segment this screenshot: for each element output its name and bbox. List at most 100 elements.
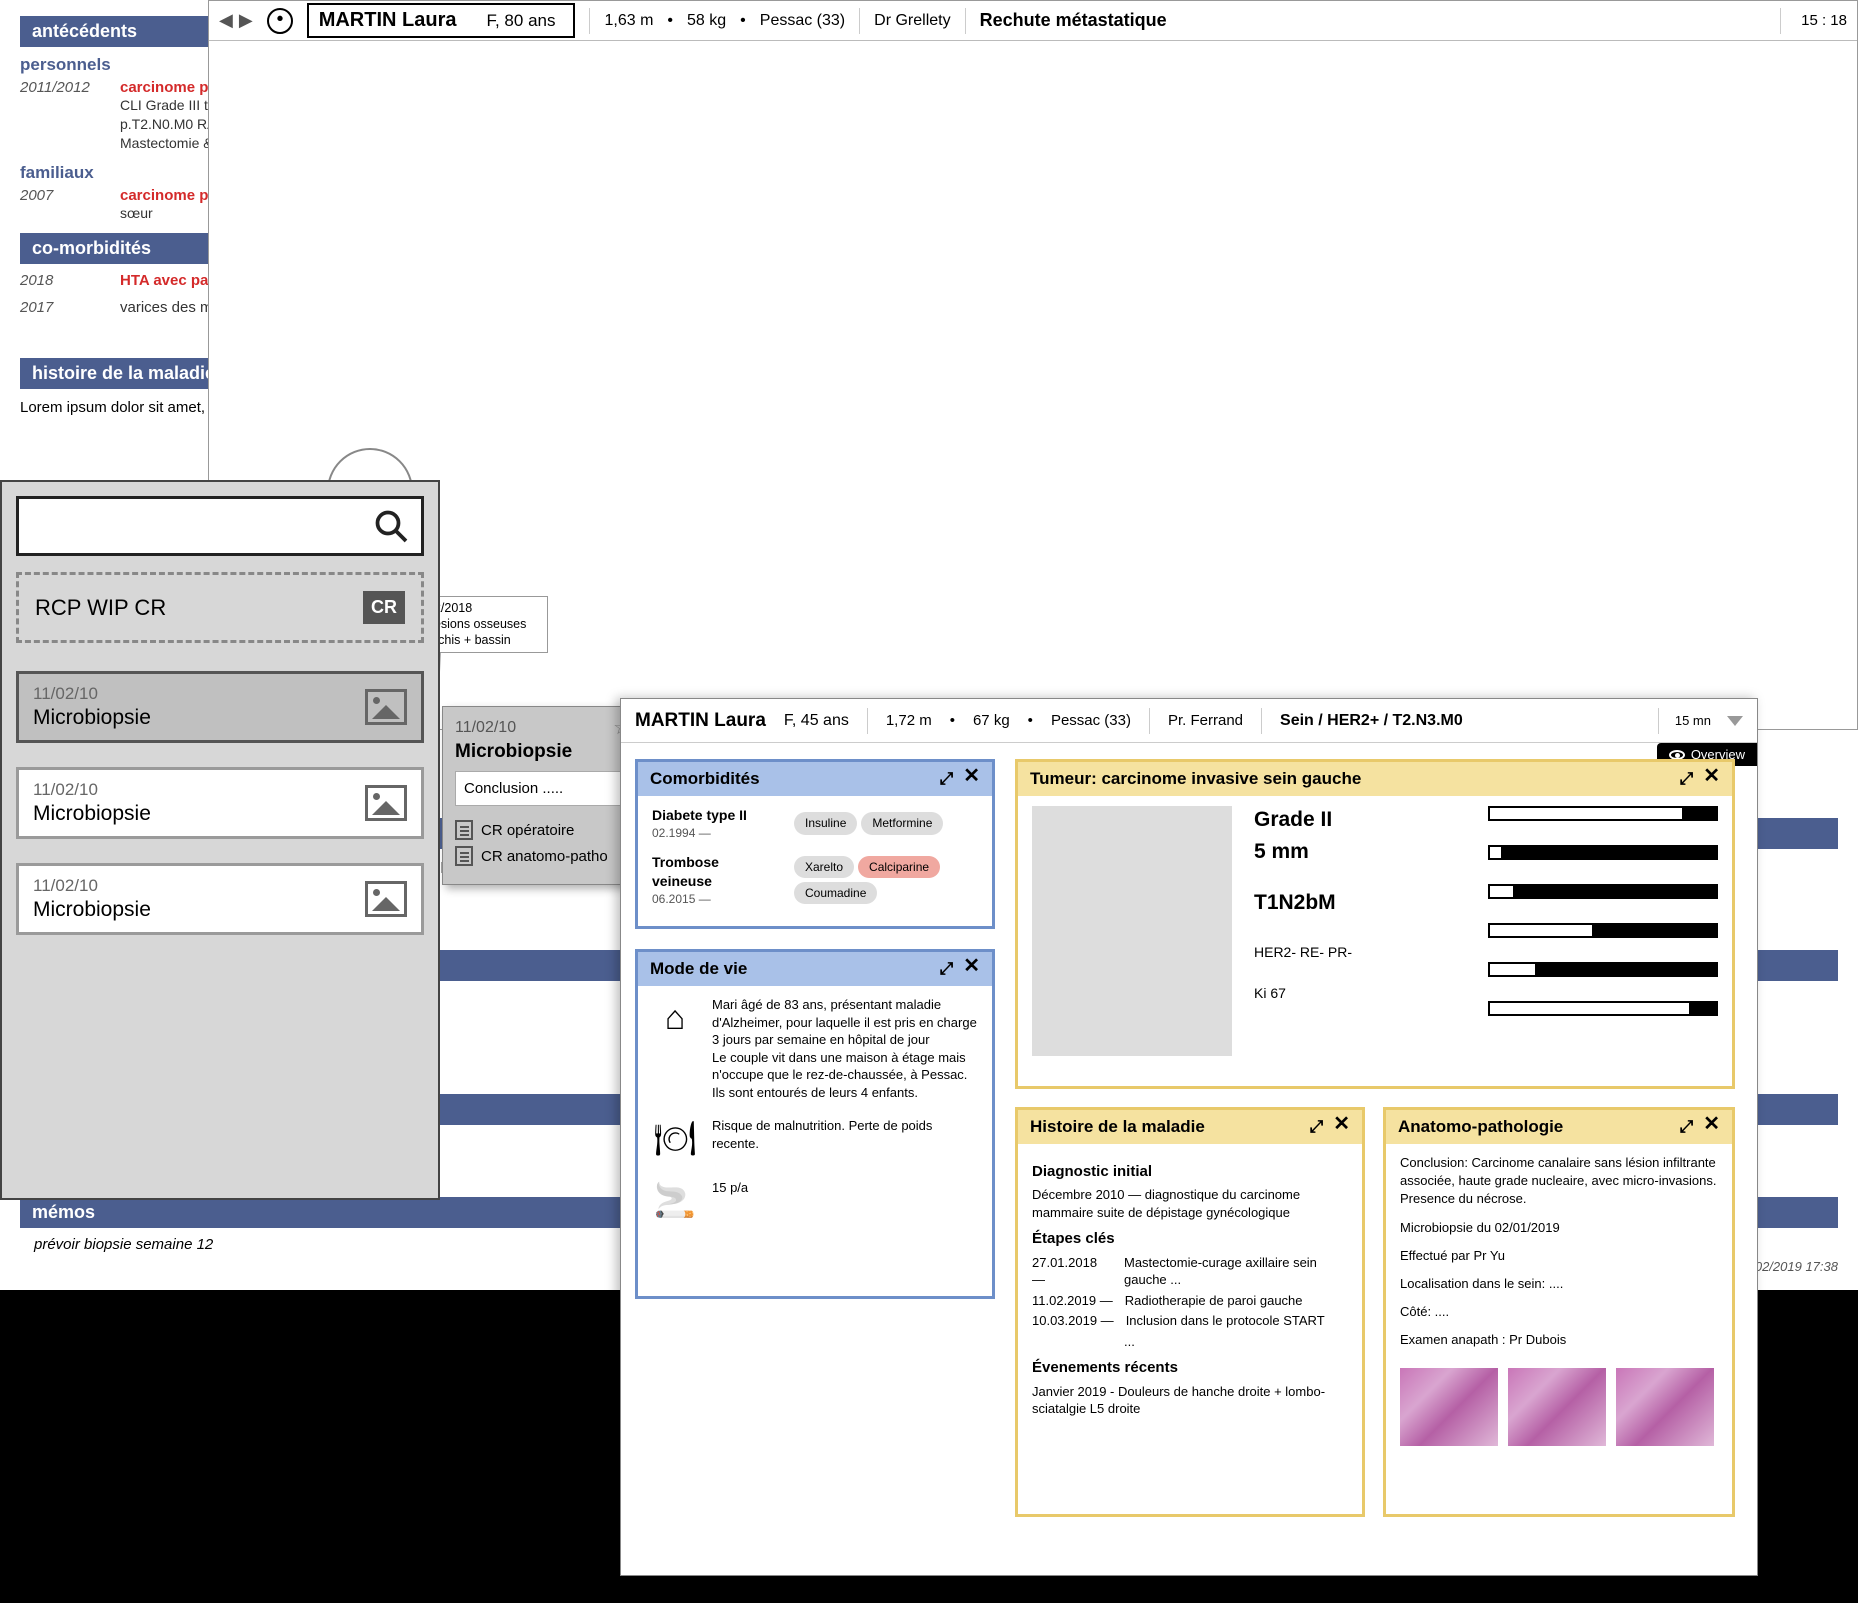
hist-s1-t: Décembre 2010 — diagnostique du carcinom… [1032,1186,1348,1221]
sidebar-reports: RCP WIP CR CR 11/02/10Microbiopsie 11/02/… [0,480,440,1200]
search-input[interactable] [16,496,424,556]
progress-bar [1488,1001,1718,1016]
patient-weight: 58 kg [687,12,726,30]
history-step: ... [1032,1333,1348,1351]
card-title: Histoire de la maladie [1030,1117,1205,1137]
patient2-city: Pessac (33) [1051,712,1131,729]
cr-badge: CR [363,591,405,624]
topbar: ◀ ▶ MARTIN Laura F, 80 ans 1,63 m • 58 k… [209,1,1857,41]
card-tumeur: Tumeur: carcinome invasive sein gauche ⤢… [1015,759,1735,1089]
patient-sex-age: F, 80 ans [486,11,555,31]
image-icon [365,881,407,917]
popup-date: 11/02/10 [455,719,629,737]
tumor-tnm: T1N2bM [1254,889,1466,917]
card-title: Mode de vie [650,959,747,979]
report-list-item[interactable]: 11/02/10Microbiopsie [16,863,424,935]
patient2-status: Sein / HER2+ / T2.N3.M0 [1280,712,1463,730]
expand-down-icon[interactable] [1727,716,1743,726]
patient2-sex-age: F, 45 ans [784,712,849,730]
topbar2: MARTIN Laura F, 45 ans 1,72 m • 67 kg • … [621,699,1757,743]
comor-r1-date: 02.1994 — [652,825,782,841]
close-icon[interactable]: ✕ [1703,769,1720,789]
nutrition-icon: 🍽 [652,1117,698,1163]
path-conclusion: Conclusion: Carcinome canalaire sans lés… [1400,1154,1718,1209]
expand-icon[interactable]: ⤢ [1680,1117,1694,1137]
comor-r2-date: 06.2015 — [652,891,782,907]
topbar2-time: 15 mn [1675,713,1711,728]
med-pill: Metformine [861,812,943,834]
path-l5: Examen anapath : Pr Dubois [1400,1331,1718,1349]
foreground-patient-window: MARTIN Laura F, 45 ans 1,72 m • 67 kg • … [620,698,1758,1576]
tumor-grade: Grade II [1254,806,1466,834]
patient-city: Pessac (33) [760,12,845,30]
como2-date: 2017 [20,299,102,316]
expand-icon[interactable]: ⤢ [1680,769,1694,789]
search-icon [373,508,409,544]
rcp-draft-box[interactable]: RCP WIP CR CR [16,572,424,643]
patient2-name: MARTIN Laura [635,710,766,732]
med-pill: Coumadine [794,882,877,904]
tumor-her: HER2- RE- PR- [1254,943,1466,962]
expand-icon[interactable]: ⤢ [940,769,954,789]
mode-family-text: Mari âgé de 83 ans, présentant maladie d… [712,996,978,1101]
tumor-bars [1488,806,1718,1056]
card-histoire: Histoire de la maladie ⤢ ✕ Diagnostic ini… [1015,1107,1365,1517]
path-l1: Microbiopsie du 02/01/2019 [1400,1219,1718,1237]
image-icon [365,785,407,821]
med-pill: Insuline [794,812,857,834]
expand-icon[interactable]: ⤢ [1310,1117,1324,1137]
path-l3: Localisation dans le sein: .... [1400,1275,1718,1293]
card-title: Anatomo-pathologie [1398,1117,1563,1137]
report-popup: ☆ 11/02/10 Microbiopsie Conclusion .....… [442,706,642,885]
popup-r2-label: CR anatomo-patho [481,848,608,865]
expand-icon[interactable]: ⤢ [940,959,954,979]
patient-name: MARTIN Laura [319,9,457,32]
nav-arrows: ◀ ▶ [219,10,253,31]
patient2-height: 1,72 m [886,712,932,729]
histology-thumbnail[interactable] [1616,1368,1714,1446]
close-icon[interactable]: ✕ [1333,1117,1350,1137]
popup-conclusion: Conclusion ..... [455,771,629,806]
tumor-ki67: Ki 67 [1254,984,1466,1003]
comor-r2-title: Trombose veineuse [652,853,782,891]
popup-link-1[interactable]: CR opératoire [455,820,629,840]
card-mode-de-vie: Mode de vie ⤢ ✕ ⌂Mari âgé de 83 ans, prés… [635,949,995,1299]
hist-s3-h: Évenements récents [1032,1358,1348,1378]
comor-r1-title: Diabete type II [652,806,782,825]
close-icon[interactable]: ✕ [963,959,980,979]
card-comorbidites: Comorbidités ⤢✕ Diabete type II 02.1994 … [635,759,995,929]
close-icon[interactable]: ✕ [963,769,980,789]
med-pill: Calciparine [858,856,940,878]
nav-forward-icon[interactable]: ▶ [239,10,253,31]
close-icon[interactable]: ✕ [1703,1117,1720,1137]
patient-status: Rechute métastatique [980,10,1167,31]
patient-doctor: Dr Grellety [874,12,950,30]
avatar-icon[interactable] [267,8,293,34]
nav-back-icon[interactable]: ◀ [219,10,233,31]
card-title: Tumeur: carcinome invasive sein gauche [1030,769,1361,789]
mode-smoking-text: 15 p/a [712,1179,748,1225]
annot2-text: Lésions osseuses rachis + bassin [427,617,526,647]
progress-bar [1488,845,1718,860]
ante-fam-date: 2007 [20,187,102,223]
tumor-size: 5 mm [1254,838,1466,866]
home-family-icon: ⌂ [652,996,698,1101]
topbar-time: 15 : 18 [1801,12,1847,29]
popup-title: Microbiopsie [455,741,629,763]
patient2-weight: 67 kg [973,712,1010,729]
smoking-icon: 🚬 [652,1179,698,1225]
histology-thumbnail[interactable] [1508,1368,1606,1446]
histology-thumbnail[interactable] [1400,1368,1498,1446]
report-list-item[interactable]: 11/02/10Microbiopsie [16,767,424,839]
tumor-image-placeholder [1032,806,1232,1056]
document-icon [455,846,473,866]
popup-link-2[interactable]: CR anatomo-patho [455,846,629,866]
med-pill: Xarelto [794,856,854,878]
report-list-item[interactable]: 11/02/10Microbiopsie [16,671,424,743]
hist-s3-t: Janvier 2019 - Douleurs de hanche droite… [1032,1383,1348,1418]
history-step: 10.03.2019 —Inclusion dans le protocole … [1032,1312,1348,1330]
como1-date: 2018 [20,272,102,289]
image-icon [365,689,407,725]
path-l2: Effectué par Pr Yu [1400,1247,1718,1265]
hist-s1-h: Diagnostic initial [1032,1162,1348,1182]
